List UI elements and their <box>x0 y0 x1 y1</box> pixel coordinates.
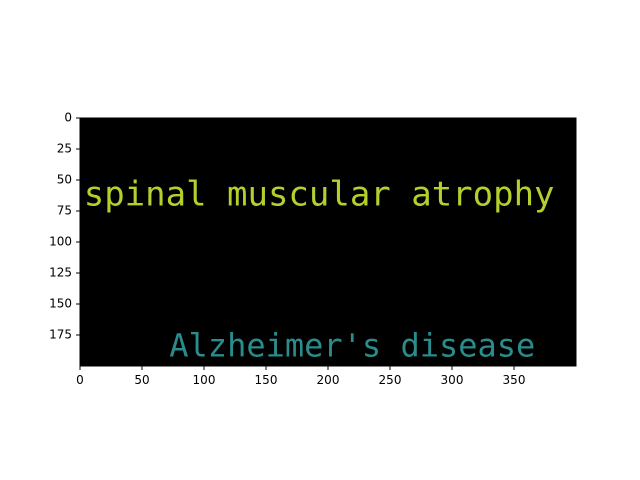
y-tick-label: 50 <box>57 173 72 187</box>
x-tick-label: 300 <box>441 373 464 387</box>
y-tick-label: 75 <box>57 204 72 218</box>
x-tick-label: 0 <box>76 373 84 387</box>
y-tick-label: 0 <box>64 111 72 125</box>
x-tick-label: 50 <box>134 373 149 387</box>
y-tick-label: 150 <box>49 297 72 311</box>
y-axis: 0 25 50 75 100 125 150 175 <box>49 111 80 342</box>
x-tick-label: 200 <box>317 373 340 387</box>
x-tick-label: 250 <box>379 373 402 387</box>
x-tick-label: 350 <box>503 373 526 387</box>
y-tick-label: 100 <box>49 235 72 249</box>
x-axis: 0 50 100 150 200 250 300 350 <box>76 366 525 387</box>
y-tick-label: 25 <box>57 142 72 156</box>
word-label: spinal muscular atrophy <box>84 175 555 215</box>
x-tick-label: 150 <box>255 373 278 387</box>
wordcloud-chart: spinal muscular atrophy Alzheimer's disea… <box>49 111 577 387</box>
x-tick-label: 100 <box>193 373 216 387</box>
y-tick-label: 175 <box>49 328 72 342</box>
word-label: Alzheimer's disease <box>169 326 535 364</box>
y-tick-label: 125 <box>49 266 72 280</box>
